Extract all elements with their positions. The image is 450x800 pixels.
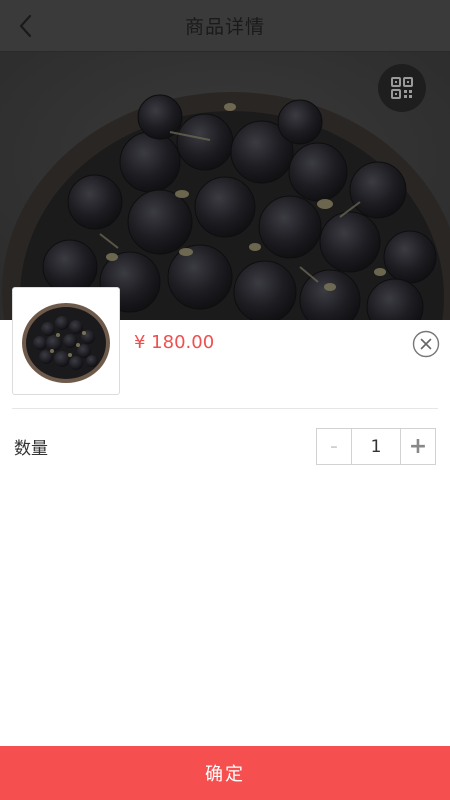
chevron-left-icon (19, 14, 32, 38)
product-price: ¥ 180.00 (134, 332, 215, 353)
close-circle-icon (412, 330, 440, 358)
product-detail-screen: 商品详情 ¥ 180.00 数量 - 1 + 确定 (0, 0, 450, 800)
increase-quantity-button[interactable]: + (400, 429, 435, 464)
app-header: 商品详情 (0, 0, 450, 52)
page-title: 商品详情 (184, 16, 265, 38)
divider (12, 408, 438, 409)
thumbnail-image (22, 303, 110, 383)
sku-bottom-sheet: ¥ 180.00 数量 - 1 + 确定 (0, 287, 450, 800)
product-thumbnail (12, 287, 120, 395)
quantity-label: 数量 (14, 439, 48, 459)
confirm-button[interactable]: 确定 (0, 746, 450, 800)
product-hero-image (0, 52, 450, 320)
back-button[interactable] (8, 8, 44, 44)
quantity-stepper: - 1 + (316, 428, 436, 465)
qr-code-icon (391, 77, 413, 99)
quantity-value[interactable]: 1 (352, 429, 400, 464)
decrease-quantity-button[interactable]: - (317, 429, 352, 464)
qr-code-button[interactable] (378, 64, 426, 112)
close-sheet-button[interactable] (412, 330, 440, 358)
